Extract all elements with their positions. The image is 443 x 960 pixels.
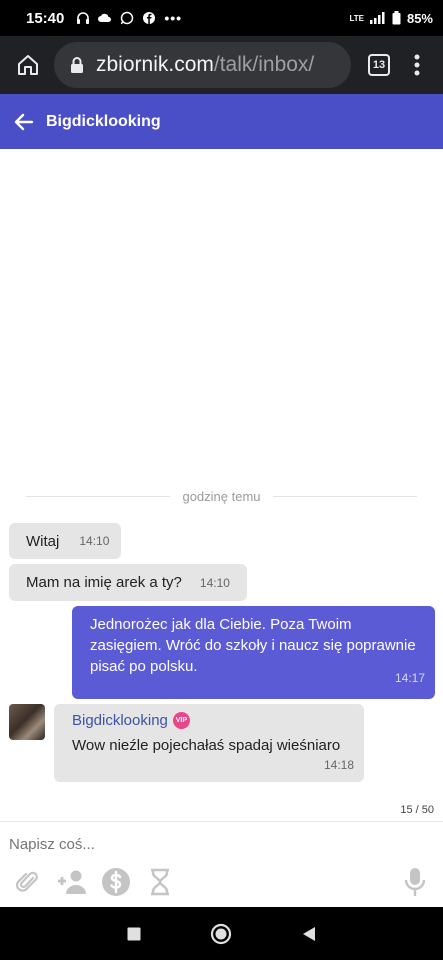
conversation-title[interactable]: Bigdicklooking [46,113,161,131]
hourglass-icon [151,868,169,896]
message-time: 14:17 [394,671,425,685]
message-outgoing[interactable]: Jednorożec jak dla Ciebie. Poza Twoim za… [72,606,435,699]
lock-icon [71,57,83,73]
browser-toolbar: zbiornik.com/talk/inbox/ 13 [0,36,443,94]
battery-level: 85% [406,10,433,26]
payment-button[interactable] [100,866,132,898]
square-icon [127,927,141,940]
message-time: 14:18 [323,758,354,772]
recents-button[interactable] [122,922,146,946]
address-bar[interactable]: zbiornik.com/talk/inbox/ [54,42,351,88]
time-separator: godzinę temu [26,486,417,506]
back-arrow-icon[interactable] [12,110,36,134]
message-time: 14:10 [199,575,230,590]
tab-count: 13 [368,54,390,76]
triangle-back-icon [303,926,316,941]
message-text: Mam na imię arek a ty? [26,574,182,591]
sender-name[interactable]: Bigdicklooking [72,712,168,729]
vip-badge: VIP [172,712,190,729]
home-button[interactable] [8,45,48,85]
message-sender: Bigdicklooking VIP [72,712,346,729]
more-vertical-icon [414,54,420,76]
system-navigation-bar [0,907,443,960]
conversation-header: Bigdicklooking [0,94,443,149]
add-user-button[interactable] [56,866,88,898]
whatsapp-icon [121,11,134,25]
add-user-icon [58,870,86,894]
separator-line [26,495,171,497]
message-input[interactable] [9,836,409,853]
facebook-icon [143,12,156,24]
url-host: zbiornik.com [96,53,214,76]
home-icon [18,55,38,75]
more-notifications-icon: ••• [164,10,183,26]
cloud-icon [98,13,112,22]
message-time: 14:10 [79,534,110,548]
message-text: Jednorożec jak dla Ciebie. Poza Twoim za… [90,616,416,675]
message-counter: 15 / 50 [400,804,434,816]
status-notification-icons: ••• [76,10,182,26]
message-incoming[interactable]: Witaj 14:10 [9,523,121,559]
tab-switcher-button[interactable]: 13 [359,45,399,85]
message-composer [0,821,443,907]
signal-icon [369,12,385,24]
composer-tools [12,866,176,898]
message-list[interactable]: godzinę temu Witaj 14:10 Mam na imię are… [0,149,443,821]
home-nav-button[interactable] [209,922,233,946]
message-text: Witaj [26,532,60,550]
dollar-icon [102,868,130,896]
message-incoming[interactable]: Mam na imię arek a ty? 14:10 [9,564,247,601]
avatar[interactable] [9,704,45,740]
microphone-icon [404,868,426,896]
battery-icon [392,11,401,25]
message-incoming[interactable]: Bigdicklooking VIP Wow nieźle pojechałaś… [54,704,364,782]
status-time: 15:40 [26,9,65,27]
back-nav-button[interactable] [297,922,321,946]
separator-label: godzinę temu [182,488,261,504]
network-type: LTE [349,13,364,23]
attach-button[interactable] [12,866,44,898]
headphones-icon [77,12,90,24]
browser-menu-button[interactable] [399,45,435,85]
voice-message-button[interactable] [401,866,429,898]
status-right: LTE 85% [349,11,433,26]
separator-line [272,495,417,497]
paperclip-icon [16,871,38,892]
circle-icon [211,923,232,944]
timer-button[interactable] [144,866,176,898]
status-bar: 15:40 ••• LTE 85% [0,0,443,36]
message-text: Wow nieźle pojechałaś spadaj wieśniaro [72,737,341,754]
url-path: /talk/inbox/ [213,53,315,76]
